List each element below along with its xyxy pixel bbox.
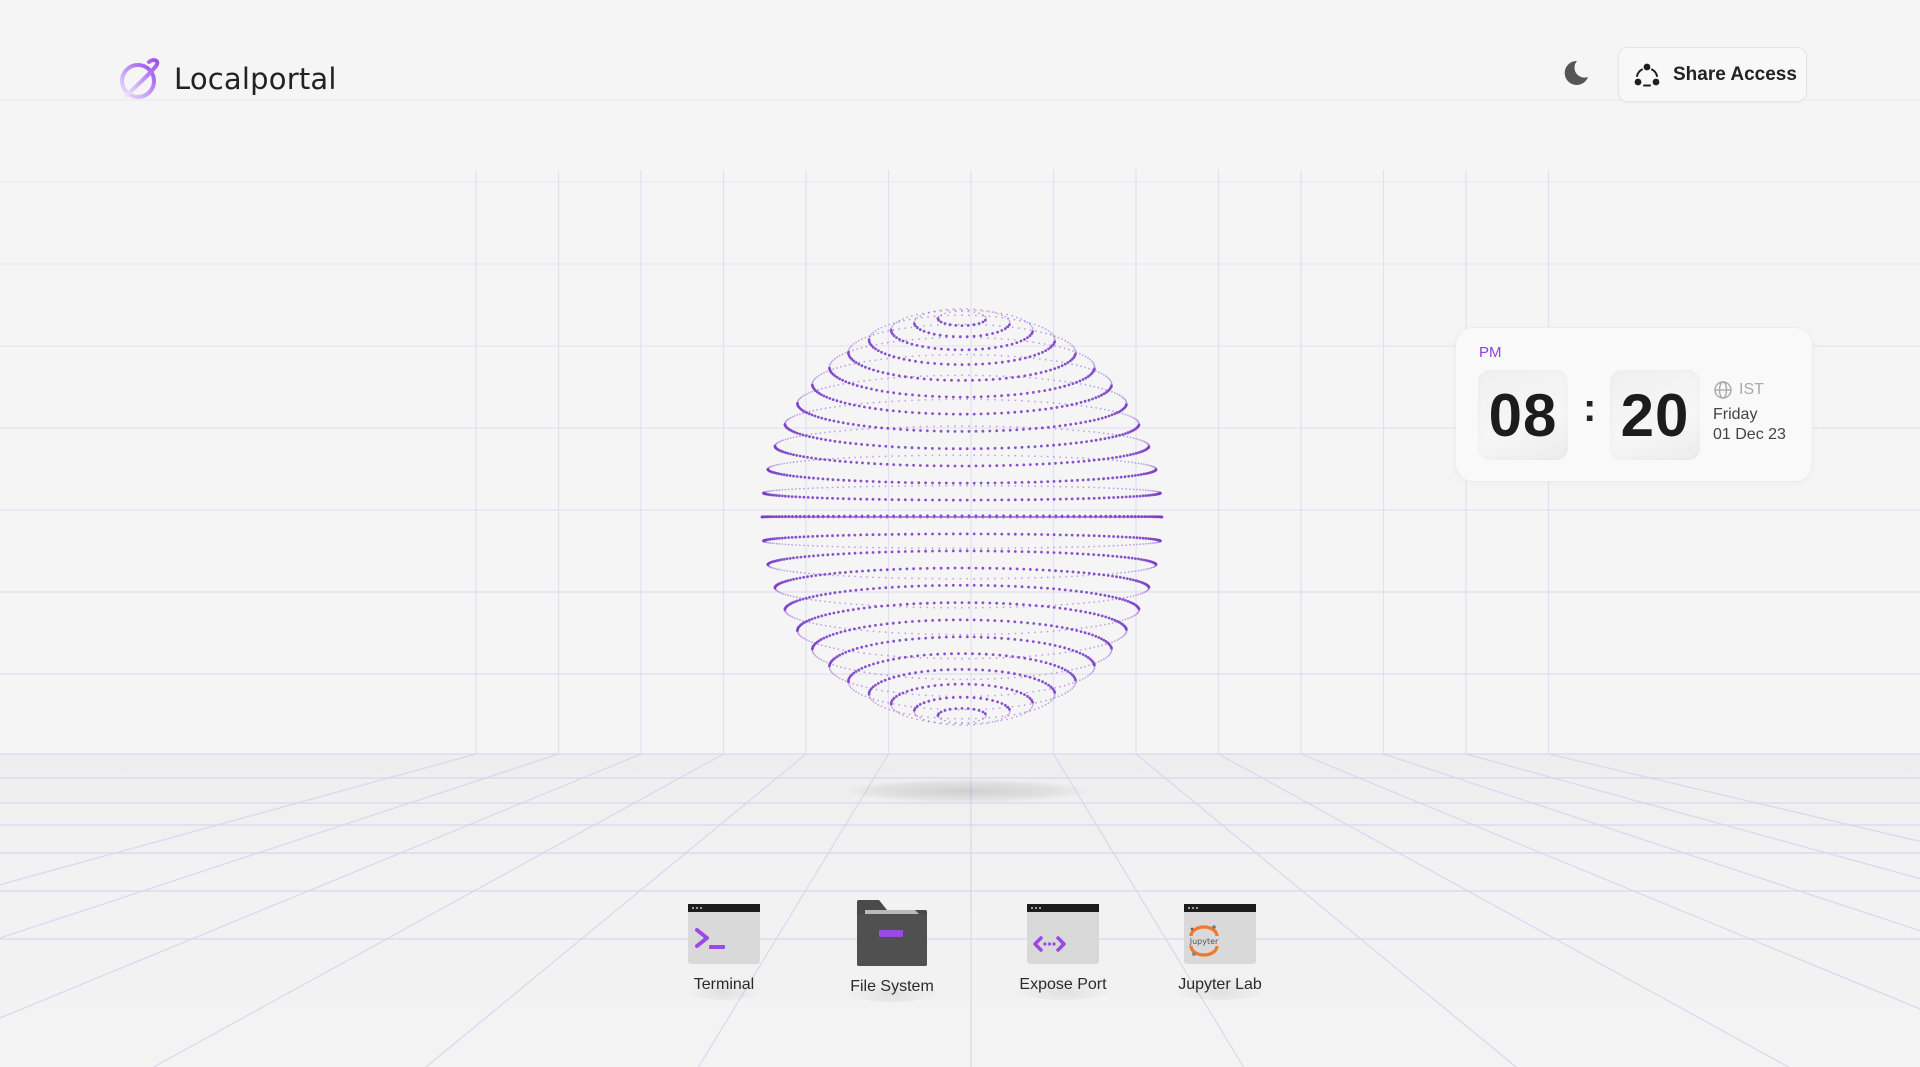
planet-logo-icon — [120, 58, 160, 99]
dock-item-jupyter-lab[interactable]: Jupyter Jupyter Lab — [1150, 898, 1290, 1000]
floor-grid-line — [1383, 753, 1920, 932]
sphere-ring — [936, 707, 987, 724]
share-nodes-icon — [1634, 63, 1660, 86]
sphere-ring — [828, 635, 1096, 698]
clock-day: Friday — [1713, 406, 1758, 423]
expose-port-icon — [1027, 904, 1099, 964]
floor-grid-line — [1300, 753, 1920, 1010]
floor-grid-line — [1548, 753, 1920, 843]
clock-timezone: IST — [1739, 381, 1764, 398]
sphere-ring — [762, 532, 1162, 550]
globe-icon — [1714, 381, 1732, 399]
app-name: Localportal — [174, 62, 337, 96]
dock-item-expose-port[interactable]: Expose Port — [993, 898, 1133, 1000]
floor-grid-line — [1465, 753, 1920, 880]
clock-minutes: 20 — [1610, 370, 1700, 460]
sphere-ring — [762, 484, 1162, 502]
jupyter-icon: Jupyter — [1184, 904, 1256, 964]
floor-grid-line — [0, 753, 642, 1019]
share-access-label: Share Access — [1673, 63, 1797, 85]
svg-text:Jupyter: Jupyter — [1189, 937, 1219, 946]
sphere-ring — [783, 398, 1141, 451]
moon-icon — [1564, 60, 1588, 85]
clock-meta: IST Friday 01 Dec 23 — [1713, 380, 1786, 444]
folder-icon — [857, 900, 927, 966]
theme-toggle-button[interactable] — [1558, 56, 1592, 90]
floor-grid-line — [0, 753, 559, 939]
share-access-button[interactable]: Share Access — [1618, 47, 1807, 102]
wireframe-sphere — [760, 308, 1164, 726]
dock-label: Jupyter Lab — [1168, 974, 1272, 1000]
dock-item-file-system[interactable]: File System — [822, 898, 962, 1002]
clock-widget: PM 08 : 20 IST Friday 01 Dec 23 — [1455, 327, 1813, 482]
dock-label: Expose Port — [1009, 974, 1117, 1000]
floor-grid-line — [153, 753, 724, 1067]
brand[interactable]: Localportal — [116, 56, 337, 102]
floor-grid-line — [1218, 753, 1789, 1067]
clock-timezone-row: IST — [1713, 380, 1786, 400]
sphere-shadow — [841, 779, 1091, 803]
terminal-icon — [688, 904, 760, 964]
dock-label: File System — [840, 976, 944, 1002]
clock-separator: : — [1583, 386, 1597, 430]
dock-item-terminal[interactable]: Terminal — [654, 898, 794, 1000]
clock-hours: 08 — [1478, 370, 1568, 460]
clock-date: 01 Dec 23 — [1713, 426, 1786, 443]
clock-ampm: PM — [1479, 344, 1502, 361]
dock-label: Terminal — [683, 974, 765, 1000]
